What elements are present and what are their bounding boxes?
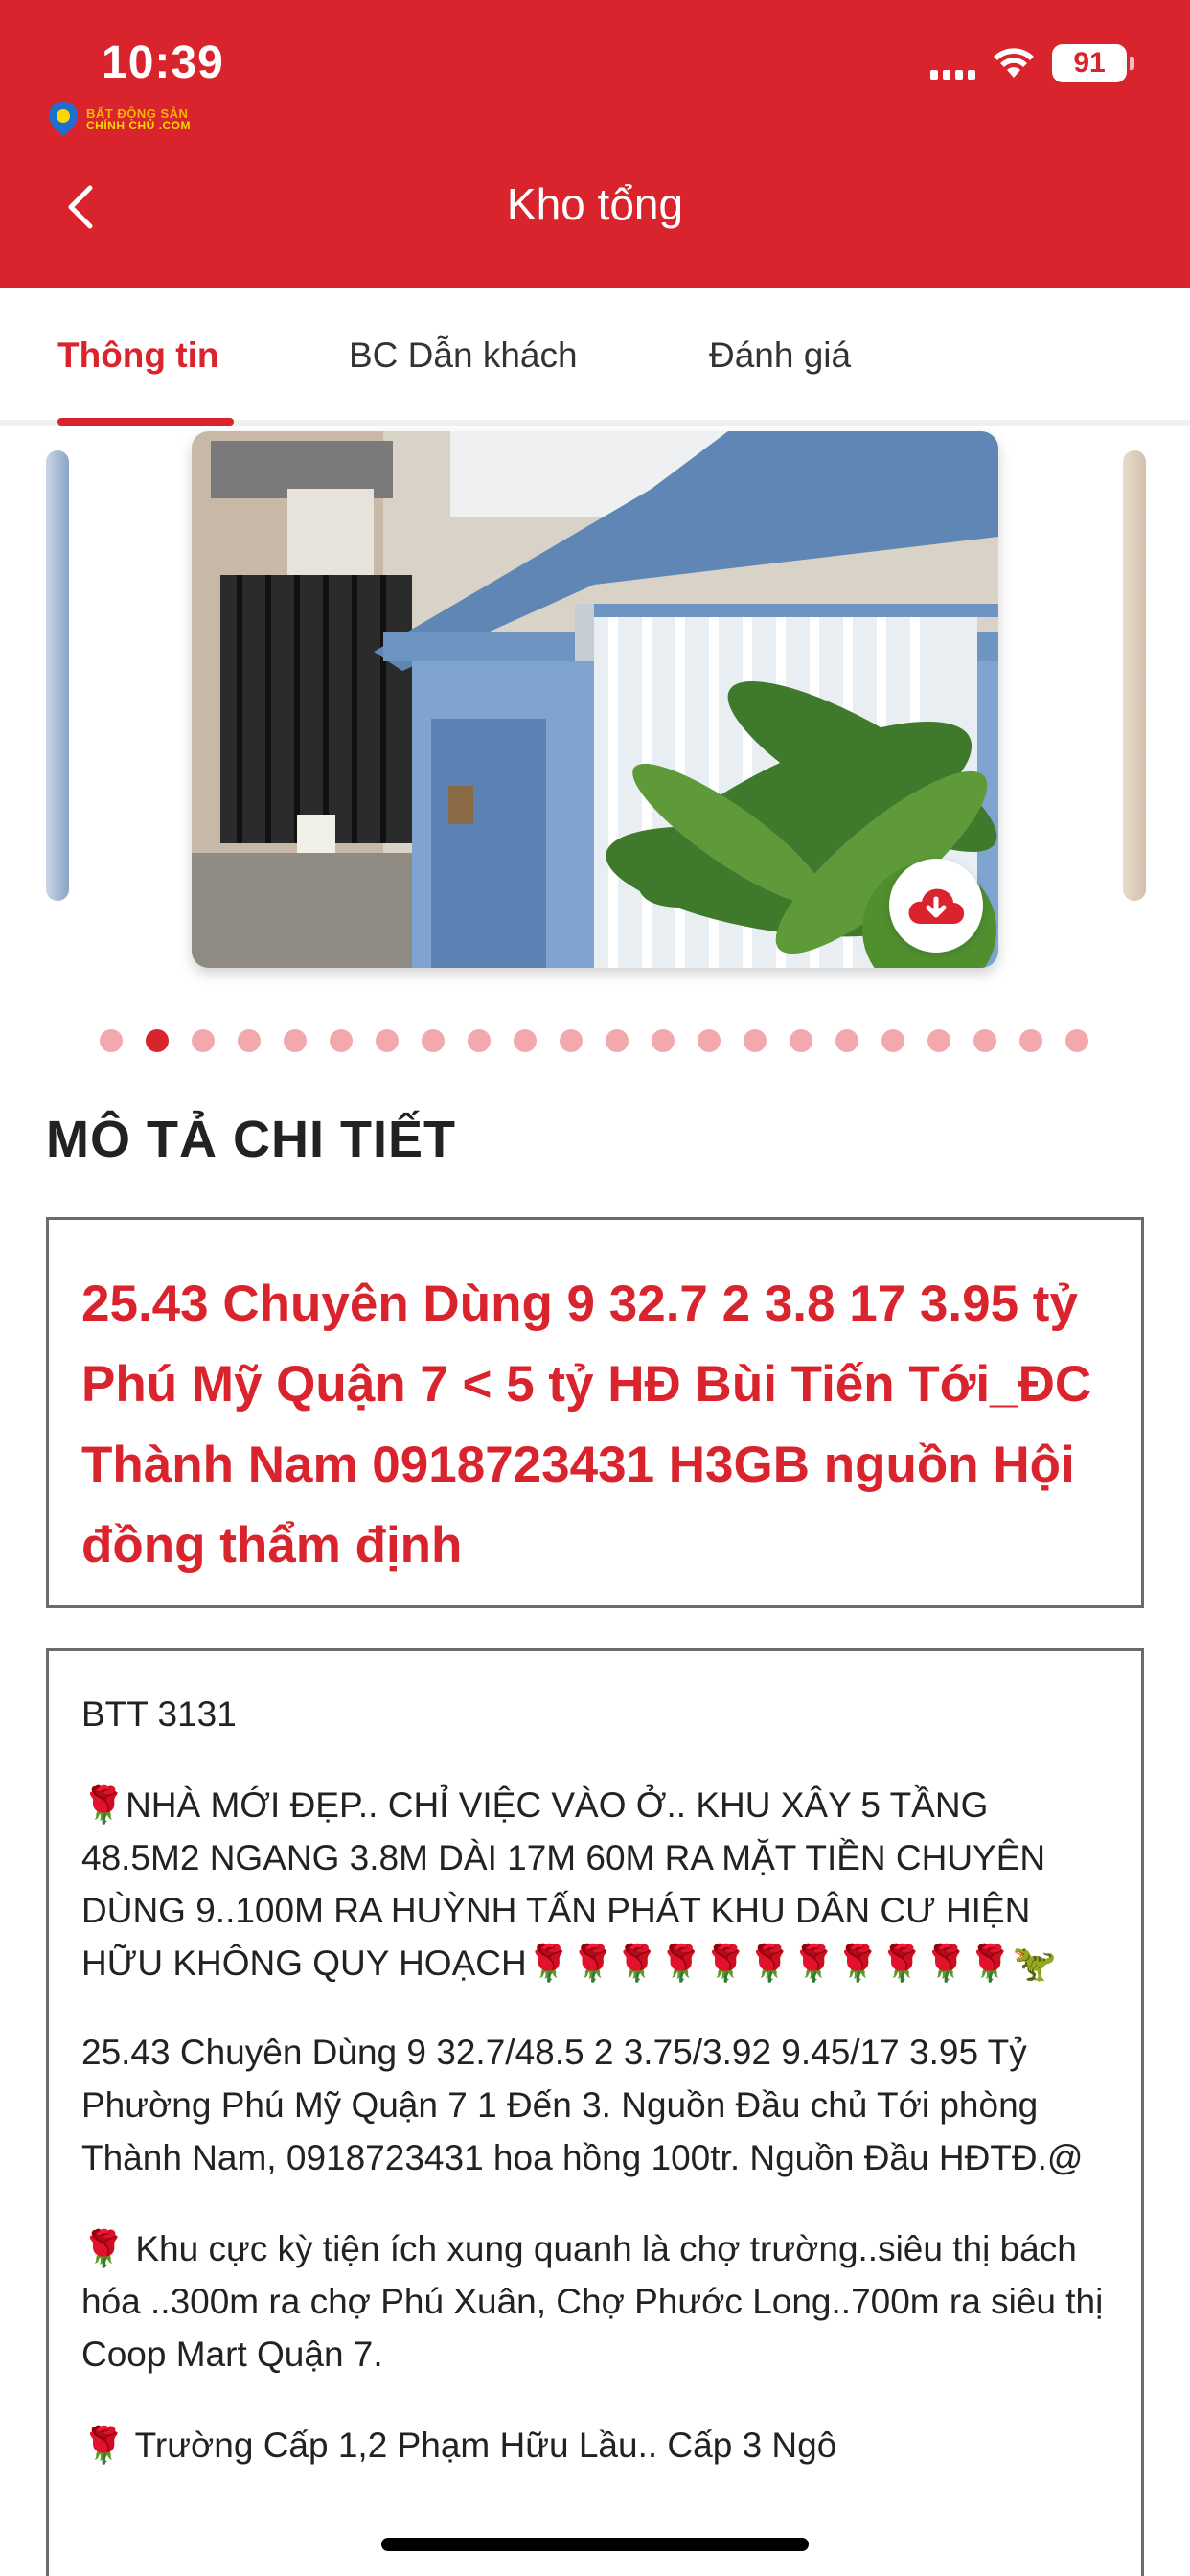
tab-bc-dan-khach[interactable]: BC Dẫn khách — [349, 335, 578, 376]
status-icons: 91 — [930, 42, 1134, 84]
detail-box: BTT 3131 🌹NHÀ MỚI ĐẸP.. CHỈ VIỆC VÀO Ở..… — [46, 1648, 1144, 2576]
carousel-dot[interactable] — [790, 1029, 812, 1052]
carousel-dot[interactable] — [422, 1029, 445, 1052]
app-header: 10:39 91 BẤT ĐỘNG SẢN CHÍNH CHỦ .COM Kho… — [0, 0, 1190, 288]
status-time: 10:39 — [102, 37, 224, 88]
carousel-dot[interactable] — [927, 1029, 950, 1052]
detail-paragraph-1: 🌹NHÀ MỚI ĐẸP.. CHỈ VIỆC VÀO Ở.. KHU XÂY … — [81, 1785, 1057, 1983]
carousel-dot[interactable] — [744, 1029, 767, 1052]
cellular-signal-icon — [930, 47, 975, 80]
carousel-dot[interactable] — [100, 1029, 123, 1052]
cloud-download-icon — [908, 888, 965, 924]
carousel-dot[interactable] — [1065, 1029, 1088, 1052]
tab-bar: Thông tin BC Dẫn khách Đánh giá — [0, 288, 1190, 426]
carousel-dot[interactable] — [146, 1029, 169, 1052]
brand-logo: BẤT ĐỘNG SẢN CHÍNH CHỦ .COM — [46, 100, 191, 138]
carousel-dot[interactable] — [330, 1029, 353, 1052]
section-title: MÔ TẢ CHI TIẾT — [46, 1111, 456, 1168]
carousel-dot[interactable] — [284, 1029, 307, 1052]
carousel-dot[interactable] — [376, 1029, 399, 1052]
carousel-dot[interactable] — [192, 1029, 215, 1052]
carousel-dot[interactable] — [835, 1029, 858, 1052]
logo-line2: CHÍNH CHỦ .COM — [86, 118, 191, 132]
tab-thong-tin[interactable]: Thông tin — [57, 335, 219, 376]
carousel-dot[interactable] — [238, 1029, 261, 1052]
property-photo[interactable] — [192, 431, 998, 968]
home-indicator — [381, 2538, 809, 2551]
carousel-dot[interactable] — [468, 1029, 491, 1052]
carousel-dot[interactable] — [652, 1029, 675, 1052]
headline-box: 25.43 Chuyên Dùng 9 32.7 2 3.8 17 3.95 t… — [46, 1217, 1144, 1608]
prev-image-peek[interactable] — [46, 450, 69, 901]
battery-icon: 91 — [1052, 44, 1134, 82]
detail-paragraph-4: 🌹 Trường Cấp 1,2 Phạm Hữu Lầu.. Cấp 3 Ng… — [81, 2426, 837, 2465]
location-pin-icon — [46, 100, 80, 138]
detail-paragraph-2: 25.43 Chuyên Dùng 9 32.7/48.5 2 3.75/3.9… — [81, 2033, 1084, 2177]
logo-line1: BẤT ĐỘNG SẢN — [86, 105, 189, 121]
listing-headline: 25.43 Chuyên Dùng 9 32.7 2 3.8 17 3.95 t… — [81, 1276, 1092, 1574]
detail-paragraph-3: 🌹 Khu cực kỳ tiện ích xung quanh là chợ … — [81, 2229, 1104, 2374]
carousel-dot[interactable] — [606, 1029, 629, 1052]
carousel-dot[interactable] — [881, 1029, 904, 1052]
image-carousel[interactable] — [0, 431, 1190, 968]
wifi-icon — [994, 48, 1034, 78]
carousel-dot[interactable] — [560, 1029, 583, 1052]
download-image-button[interactable] — [889, 859, 983, 953]
active-tab-indicator — [57, 418, 234, 426]
next-image-peek[interactable] — [1123, 450, 1146, 901]
carousel-dot[interactable] — [698, 1029, 721, 1052]
listing-code: BTT 3131 — [81, 1694, 237, 1734]
page-title: Kho tổng — [506, 179, 684, 229]
carousel-dot[interactable] — [973, 1029, 996, 1052]
carousel-pagination[interactable] — [100, 1029, 1088, 1052]
carousel-dot[interactable] — [1019, 1029, 1042, 1052]
tab-danh-gia[interactable]: Đánh giá — [709, 335, 851, 376]
carousel-dot[interactable] — [514, 1029, 537, 1052]
